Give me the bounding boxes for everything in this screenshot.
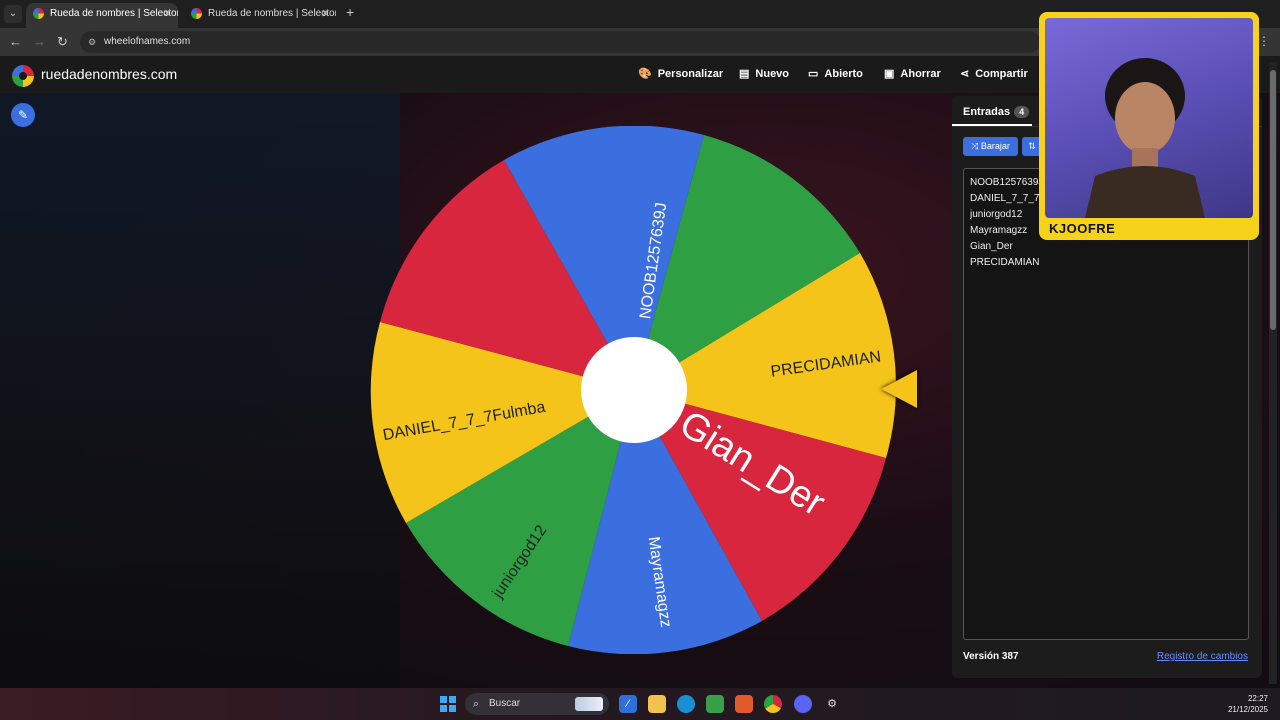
wheel-favicon-icon xyxy=(33,8,44,19)
folder-icon: ▭ xyxy=(808,68,819,80)
minecraft-icon[interactable] xyxy=(706,695,724,713)
entry-line: Gian_Der xyxy=(970,241,1013,252)
editor-app-icon[interactable]: ⁄ xyxy=(619,695,637,713)
site-brand[interactable]: ruedadenombres.com xyxy=(41,66,177,82)
browser-menu-icon[interactable]: ⋮ xyxy=(1258,34,1270,48)
site-info-icon[interactable]: ⚙ xyxy=(88,31,96,53)
name-wheel[interactable]: NOOB1257639J PRECIDAMIAN Gian_Der Mayram… xyxy=(370,125,898,655)
scrollbar-thumb[interactable] xyxy=(1270,70,1276,330)
reload-icon[interactable]: ↻ xyxy=(57,34,68,50)
new-tab-icon[interactable]: + xyxy=(346,4,354,20)
close-tab-icon[interactable]: ✕ xyxy=(163,3,172,25)
background-gradient xyxy=(0,93,400,688)
palette-icon: 🎨 xyxy=(638,68,652,80)
chrome-browser-icon[interactable] xyxy=(764,695,782,713)
wheel-favicon-icon xyxy=(191,8,202,19)
tab-search-icon[interactable]: ⌄ xyxy=(4,5,22,23)
brave-browser-icon[interactable] xyxy=(735,695,753,713)
save-icon: ▣ xyxy=(884,68,895,80)
forward-icon[interactable]: → xyxy=(33,34,46,49)
changelog-link[interactable]: Registro de cambios xyxy=(1157,651,1248,662)
webcam-video xyxy=(1045,18,1253,218)
search-highlight-icon xyxy=(575,697,603,711)
wheel-pointer-icon xyxy=(881,370,917,408)
open-button[interactable]: ▭ Abierto xyxy=(808,67,863,80)
webcam-name-label: KJOOFRE xyxy=(1049,221,1116,236)
search-placeholder: Buscar xyxy=(489,698,521,709)
entries-count-badge: 4 xyxy=(1014,106,1030,118)
url-text: wheelofnames.com xyxy=(104,36,191,47)
edit-pencil-icon[interactable]: ✎ xyxy=(11,103,35,127)
url-field[interactable]: ⚙ wheelofnames.com xyxy=(80,31,1040,53)
steam-icon[interactable]: ⚙ xyxy=(823,695,841,713)
search-icon: ⌕ xyxy=(473,698,480,710)
page-scrollbar[interactable] xyxy=(1269,62,1277,684)
clock-date: 21/12/2025 xyxy=(1227,705,1268,714)
sort-icon: ⇅ xyxy=(1028,141,1036,151)
webcam-overlay: KJOOFRE xyxy=(1039,12,1259,240)
save-button[interactable]: ▣ Ahorrar xyxy=(884,67,941,80)
file-icon: ▤ xyxy=(739,68,750,80)
windows-taskbar: ⌕ Buscar ⁄ ⚙ 22:27 21/12/2025 xyxy=(0,688,1280,720)
entry-line: PRECIDAMIAN xyxy=(970,257,1040,268)
customize-button[interactable]: 🎨 Personalizar xyxy=(638,67,723,80)
new-button[interactable]: ▤ Nuevo xyxy=(739,67,789,80)
share-icon: ⋖ xyxy=(960,68,970,80)
file-explorer-icon[interactable] xyxy=(648,695,666,713)
taskbar-search[interactable]: ⌕ Buscar xyxy=(465,693,609,715)
version-label: Versión 387 xyxy=(963,651,1019,662)
windows-start-icon[interactable] xyxy=(440,696,456,712)
browser-tab-1[interactable]: Rueda de nombres | Selector de nombres a… xyxy=(26,3,178,28)
close-tab-icon[interactable]: ✕ xyxy=(321,3,330,25)
shuffle-button[interactable]: ⤨ Barajar xyxy=(963,137,1018,156)
wheel-svg[interactable]: NOOB1257639J PRECIDAMIAN Gian_Der Mayram… xyxy=(370,125,898,655)
tab-entries[interactable]: Entradas 4 xyxy=(963,106,1030,118)
clock-time: 22:27 xyxy=(1247,694,1268,703)
streamer-figure xyxy=(1085,58,1205,218)
back-icon[interactable]: ← xyxy=(9,34,22,49)
site-logo-icon[interactable] xyxy=(12,65,34,87)
taskbar-clock[interactable]: 22:27 21/12/2025 xyxy=(1228,693,1268,715)
share-button[interactable]: ⋖ Compartir xyxy=(960,67,1028,80)
discord-icon[interactable] xyxy=(794,695,812,713)
tab-title: Rueda de nombres | Selector de nombres a… xyxy=(50,8,178,19)
tab-title: Rueda de nombres | Selector de nombres a… xyxy=(208,8,336,19)
shuffle-icon: ⤨ xyxy=(971,141,981,151)
edge-browser-icon[interactable] xyxy=(677,695,695,713)
wheel-center-hub[interactable] xyxy=(581,337,687,443)
browser-tab-2[interactable]: Rueda de nombres | Selector de nombres a… xyxy=(184,3,336,28)
